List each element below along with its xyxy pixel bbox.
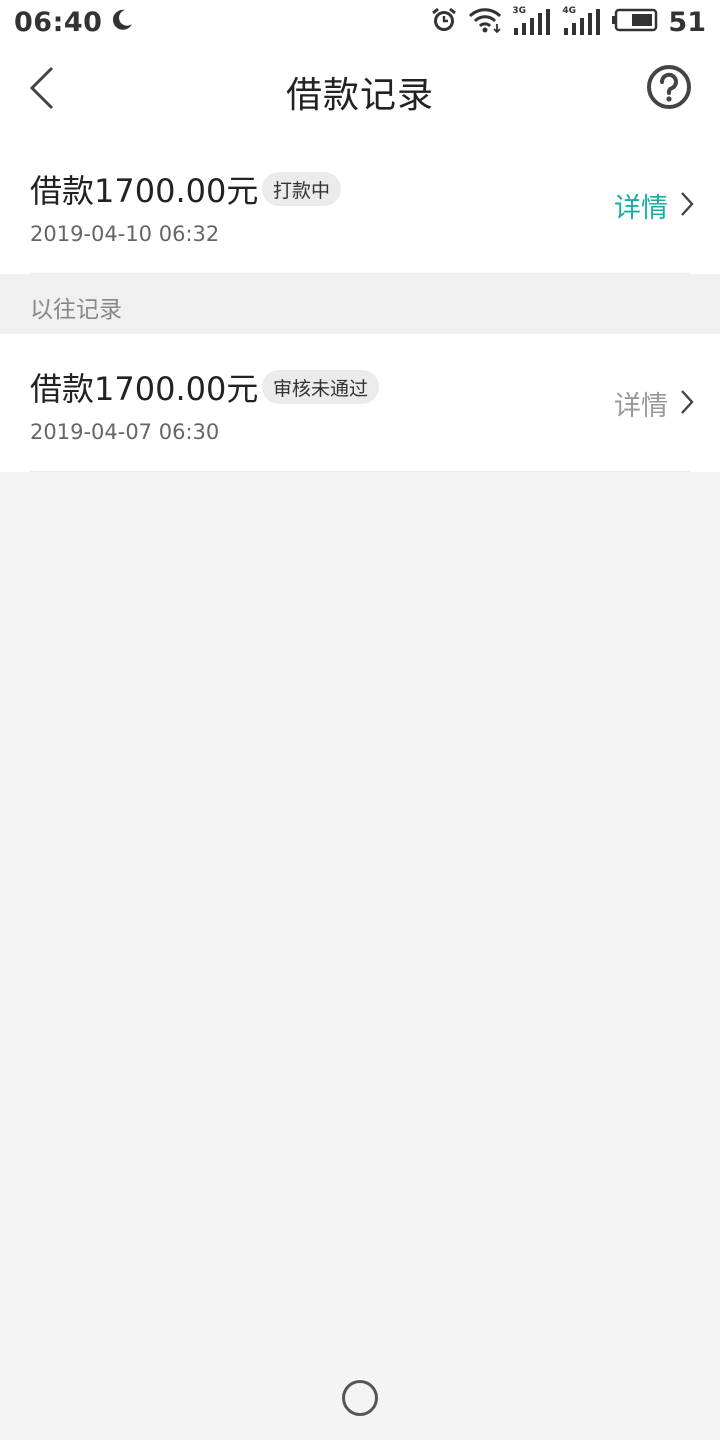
chevron-right-icon xyxy=(680,389,694,419)
nav-bar: 借款记录 xyxy=(0,44,720,136)
alarm-icon xyxy=(430,6,458,38)
record-date: 2019-04-10 06:32 xyxy=(30,222,220,246)
detail-link[interactable]: 详情 xyxy=(614,384,694,423)
record-date: 2019-04-07 06:30 xyxy=(30,420,220,444)
signal-3g-icon: 3G xyxy=(512,6,552,36)
help-button[interactable] xyxy=(644,64,694,114)
status-badge: 打款中 xyxy=(262,172,342,206)
divider xyxy=(30,471,690,472)
battery-percent: 51 xyxy=(668,6,706,38)
battery-icon xyxy=(612,8,658,36)
chevron-right-icon xyxy=(680,191,694,221)
record-amount: 借款1700.00元 xyxy=(30,370,259,408)
home-button[interactable] xyxy=(342,1380,378,1416)
detail-link[interactable]: 详情 xyxy=(614,186,694,225)
signal-4g-icon: 4G xyxy=(562,6,602,36)
detail-label: 详情 xyxy=(614,193,668,224)
moon-icon xyxy=(110,8,134,36)
status-bar: 06:40 3G 4G 51 xyxy=(0,0,720,44)
help-icon xyxy=(646,64,692,114)
detail-label: 详情 xyxy=(614,391,668,422)
status-time: 06:40 xyxy=(14,6,103,38)
wifi-icon xyxy=(468,6,502,38)
page-title: 借款记录 xyxy=(285,75,434,116)
section-title: 以往记录 xyxy=(30,297,122,323)
record-amount: 借款1700.00元 xyxy=(30,172,259,210)
section-header: 以往记录 xyxy=(0,274,720,334)
record-current[interactable]: 借款1700.00元 打款中 2019-04-10 06:32 详情 xyxy=(0,136,720,274)
status-right: 3G 4G 51 xyxy=(430,6,706,38)
status-badge: 审核未通过 xyxy=(262,370,380,404)
record-past[interactable]: 借款1700.00元 审核未通过 2019-04-07 06:30 详情 xyxy=(0,334,720,472)
status-left: 06:40 xyxy=(14,7,134,38)
